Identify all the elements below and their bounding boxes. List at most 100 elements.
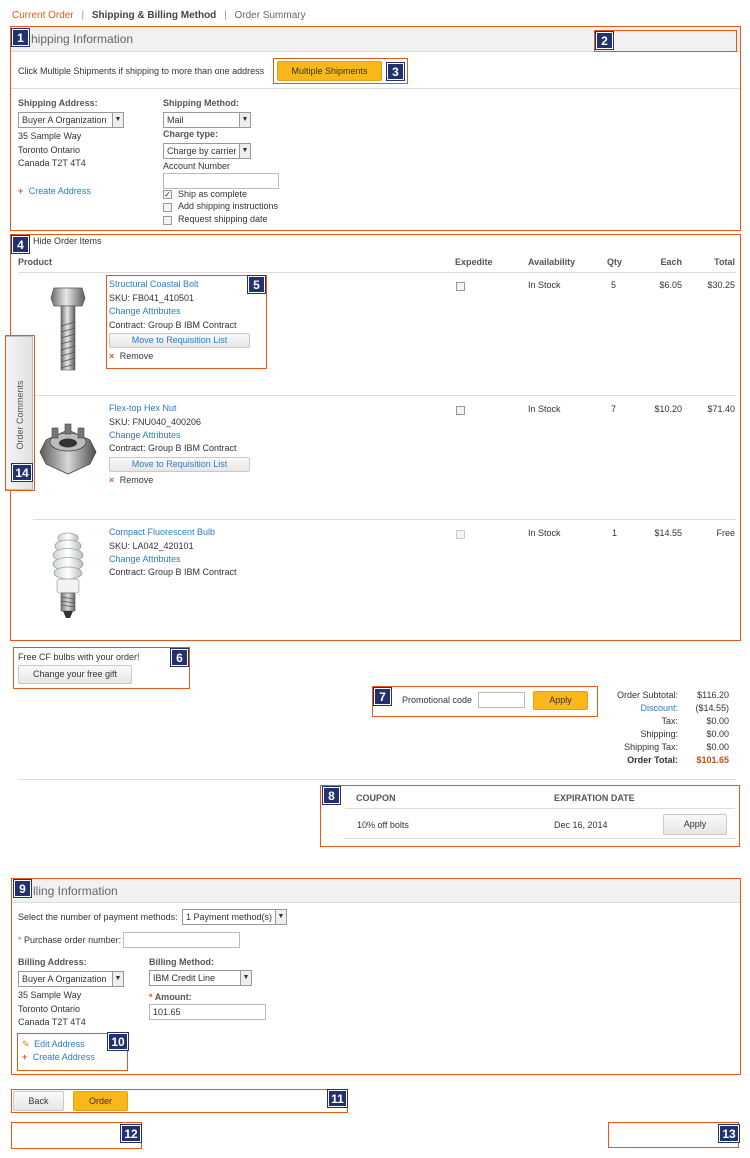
amount-label: * Amount: (149, 992, 192, 1002)
callout-badge-14: 14 (11, 463, 33, 482)
callout-badge-7: 7 (373, 687, 392, 706)
expiration-column-header: EXPIRATION DATE (554, 793, 635, 803)
payment-methods-select-value: 1 Payment method(s) (186, 912, 273, 922)
back-button[interactable]: Back (13, 1091, 64, 1111)
each-price: $10.20 (654, 404, 682, 414)
edit-address-label: Edit Address (34, 1039, 85, 1049)
required-asterisk: * (18, 935, 22, 945)
callout-frame-1 (10, 26, 741, 231)
product-name-link[interactable]: Compact Fluorescent Bulb (109, 527, 215, 537)
edit-address-link[interactable]: ✎ Edit Address (22, 1039, 85, 1050)
column-header-availability: Availability (528, 257, 576, 267)
product-contract: Contract: Group B IBM Contract (109, 320, 237, 330)
shipping-method-select[interactable]: Mail ▼ (163, 112, 251, 128)
po-number-label-text: Purchase order number: (24, 935, 122, 945)
bulb-image (52, 532, 84, 618)
divider (33, 519, 736, 520)
chevron-down-icon: ▼ (112, 972, 123, 986)
totals-labels: Order Subtotal: Discount: Tax: Shipping:… (580, 689, 678, 767)
product-sku: SKU: FNU040_400206 (109, 417, 202, 427)
close-icon: × (109, 475, 115, 485)
discount-label-link[interactable]: Discount: (580, 702, 678, 715)
ship-as-complete-checkbox[interactable]: ✓ (163, 190, 172, 199)
promo-code-input[interactable] (478, 692, 525, 708)
billing-address-select[interactable]: Buyer A Organization ▼ (18, 971, 124, 987)
qty-value: 1 (612, 528, 618, 538)
billing-address-line-1: 35 Sample Way (18, 990, 82, 1000)
callout-badge-1: 1 (11, 28, 30, 47)
amount-input[interactable]: 101.65 (149, 1004, 266, 1020)
multiple-shipments-hint: Click Multiple Shipments if shipping to … (18, 66, 265, 76)
discount-value: ($14.55) (695, 703, 729, 713)
callout-badge-8: 8 (322, 786, 341, 805)
change-attributes-link[interactable]: Change Attributes (109, 430, 181, 440)
each-price: $6.05 (659, 280, 682, 290)
chevron-down-icon: ▼ (239, 144, 250, 158)
move-to-requisition-list-button[interactable]: Move to Requisition List (109, 457, 250, 472)
shipping-address-line-3: Canada T2T 4T4 (18, 158, 86, 168)
shipping-create-address-link[interactable]: + Create Address (18, 186, 91, 196)
change-attributes-link[interactable]: Change Attributes (109, 306, 181, 316)
divider (11, 88, 740, 89)
product-name-link[interactable]: Structural Coastal Bolt (109, 279, 199, 289)
request-shipping-date-checkbox[interactable] (163, 216, 172, 225)
expedite-checkbox[interactable] (456, 406, 465, 415)
charge-type-label: Charge type: (163, 129, 219, 139)
breadcrumb-current-order[interactable]: Current Order (12, 10, 74, 21)
pencil-icon: ✎ (22, 1039, 30, 1049)
remove-item-link[interactable]: × Remove (109, 351, 153, 361)
add-shipping-instructions-label: Add shipping instructions (178, 201, 279, 211)
po-number-label: * Purchase order number: (18, 935, 121, 945)
breadcrumb-shipping-billing: Shipping & Billing Method (91, 10, 217, 21)
callout-badge-2: 2 (595, 31, 614, 50)
coupon-column-header: COUPON (356, 793, 396, 803)
billing-address-label: Billing Address: (18, 957, 87, 967)
line-total: $30.25 (707, 280, 735, 290)
chevron-down-icon: ▼ (112, 113, 123, 127)
move-to-requisition-list-button[interactable]: Move to Requisition List (109, 333, 250, 348)
shipping-address-select[interactable]: Buyer A Organization ▼ (18, 112, 124, 128)
hide-order-items-toggle[interactable]: Hide Order Items (33, 236, 102, 246)
remove-item-link[interactable]: × Remove (109, 475, 153, 485)
shipping-address-line-2: Toronto Ontario (18, 145, 81, 155)
billing-create-address-link[interactable]: + Create Address (22, 1052, 95, 1062)
callout-frame-2 (594, 30, 737, 52)
chevron-down-icon: ▼ (239, 113, 250, 127)
plus-icon: + (22, 1052, 28, 1062)
add-shipping-instructions-checkbox[interactable] (163, 203, 172, 212)
request-shipping-date-label: Request shipping date (178, 214, 268, 224)
po-number-input[interactable] (123, 932, 240, 948)
multiple-shipments-button[interactable]: Multiple Shipments (277, 61, 382, 81)
column-header-total: Total (714, 257, 735, 267)
order-comments-tab-label: Order Comments (15, 380, 25, 450)
account-number-input[interactable] (163, 173, 279, 189)
callout-badge-13: 13 (718, 1124, 740, 1143)
expedite-checkbox[interactable] (456, 530, 465, 539)
change-attributes-link[interactable]: Change Attributes (109, 554, 181, 564)
product-name-link[interactable]: Flex-top Hex Nut (109, 403, 177, 413)
callout-badge-11: 11 (327, 1089, 348, 1108)
callout-badge-12: 12 (120, 1124, 142, 1143)
divider (345, 808, 735, 809)
billing-address-line-3: Canada T2T 4T4 (18, 1017, 86, 1027)
qty-value: 5 (611, 280, 617, 290)
expedite-checkbox[interactable] (456, 282, 465, 291)
shipping-address-line-1: 35 Sample Way (18, 131, 82, 141)
billing-create-address-label: Create Address (32, 1052, 95, 1062)
shipping-tax-label: Shipping Tax: (624, 742, 678, 752)
availability-value: In Stock (528, 280, 561, 290)
column-header-product: Product (18, 257, 53, 267)
order-button[interactable]: Order (73, 1091, 128, 1111)
charge-type-select-value: Charge by carrier (167, 146, 237, 156)
billing-method-select[interactable]: IBM Credit Line ▼ (149, 970, 252, 986)
breadcrumb: Current Order | Shipping & Billing Metho… (12, 10, 306, 21)
coupon-apply-button[interactable]: Apply (663, 814, 727, 835)
required-asterisk: * (149, 992, 153, 1002)
shipping-label: Shipping: (640, 729, 678, 739)
change-free-gift-button[interactable]: Change your free gift (18, 665, 132, 684)
shipping-method-select-value: Mail (167, 115, 184, 125)
payment-methods-select[interactable]: 1 Payment method(s) ▼ (182, 909, 287, 925)
nut-image (39, 423, 97, 475)
charge-type-select[interactable]: Charge by carrier ▼ (163, 143, 251, 159)
shipping-tax-value: $0.00 (706, 742, 729, 752)
